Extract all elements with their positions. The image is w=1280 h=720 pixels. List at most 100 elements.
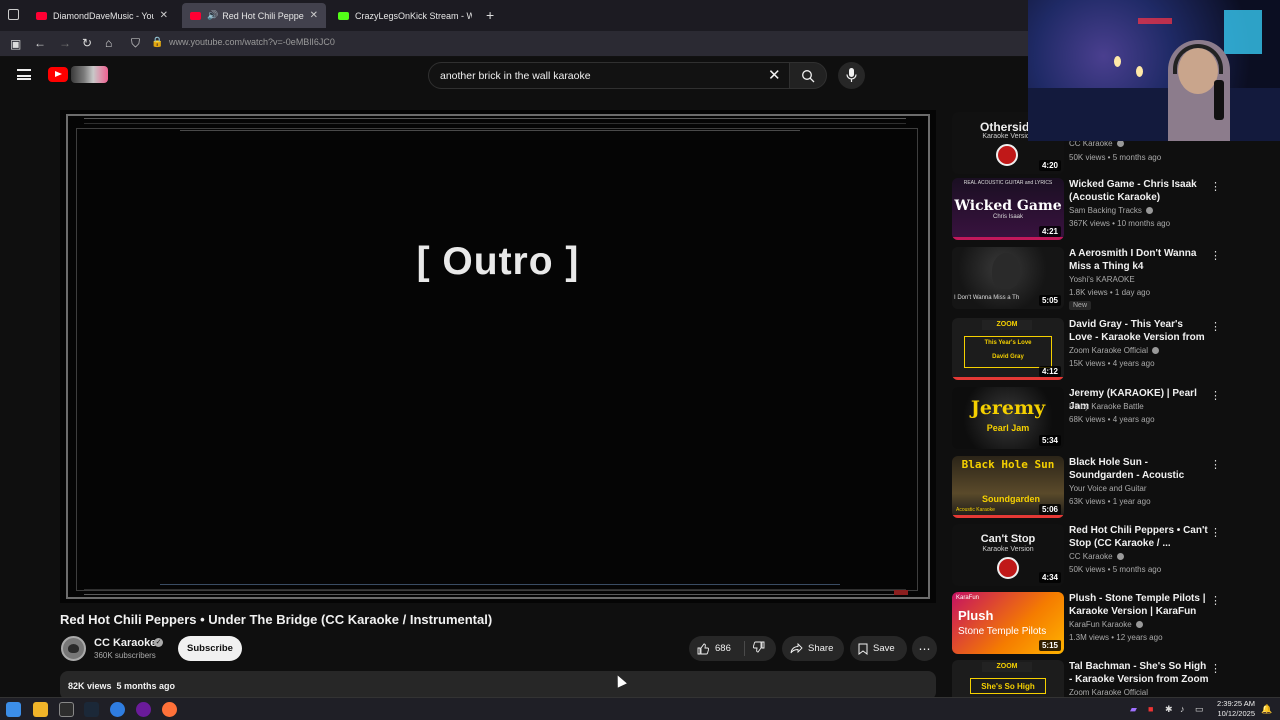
sidebar-toggle-icon[interactable]: ▣: [10, 37, 21, 51]
video-thumbnail[interactable]: Black Hole Sun Soundgarden Acoustic Kara…: [952, 456, 1064, 518]
more-actions-button[interactable]: ⋯: [912, 636, 937, 661]
search-query[interactable]: another brick in the wall karaoke: [440, 70, 591, 82]
speaker-icon[interactable]: 🔊: [207, 10, 218, 21]
karaoke-inner-frame: [76, 128, 918, 591]
keyboard-app-icon[interactable]: [59, 702, 74, 717]
video-title[interactable]: Wicked Game - Chris Isaak (Acoustic Kara…: [1069, 178, 1209, 204]
home-icon[interactable]: ⌂: [105, 36, 112, 50]
new-tab-icon[interactable]: +: [486, 7, 494, 23]
tray-app-icon[interactable]: ■: [1148, 704, 1153, 714]
video-meta: 63K views • 1 year ago: [1069, 497, 1151, 506]
recommended-video[interactable]: ZOOM She's So High Tal Bachman - She's S…: [952, 660, 1232, 697]
tab-close-icon[interactable]: ✕: [310, 10, 318, 21]
search-button[interactable]: [789, 62, 827, 89]
shield-icon[interactable]: ⛉: [131, 36, 140, 50]
description-box[interactable]: 82K views 5 months ago: [60, 671, 936, 700]
more-vertical-icon[interactable]: ⋮: [1210, 389, 1221, 402]
recommended-video[interactable]: ZOOM This Year's Love David Gray 4:12 Da…: [952, 318, 1232, 382]
thumbnail-text: Can't Stop: [980, 533, 1036, 545]
tab-close-icon[interactable]: ✕: [160, 10, 168, 21]
video-duration: 5:15: [1038, 640, 1061, 651]
youtube-logo-icon[interactable]: [48, 67, 68, 82]
app-icon[interactable]: [110, 702, 125, 717]
lock-icon[interactable]: 🔒: [151, 36, 163, 50]
more-vertical-icon[interactable]: ⋮: [1210, 320, 1221, 333]
video-player[interactable]: [ Outro ]: [60, 110, 936, 603]
thumbnail-accent-bar: [952, 377, 1064, 380]
firefox-icon[interactable]: [162, 702, 177, 717]
recommended-video[interactable]: Black Hole Sun Soundgarden Acoustic Kara…: [952, 456, 1232, 520]
file-explorer-icon[interactable]: [33, 702, 48, 717]
more-vertical-icon[interactable]: ⋮: [1210, 249, 1221, 262]
volume-icon[interactable]: ♪: [1180, 704, 1185, 714]
verified-check-icon: [1116, 553, 1124, 561]
save-button[interactable]: Save: [850, 636, 907, 661]
share-button[interactable]: Share: [782, 636, 844, 661]
video-title[interactable]: Red Hot Chili Peppers • Can't Stop (CC K…: [1069, 524, 1209, 550]
network-icon[interactable]: ▭: [1195, 704, 1204, 715]
subscribe-button[interactable]: Subscribe: [178, 636, 242, 661]
tab-label: Red Hot Chili Peppers - Und: [222, 10, 304, 21]
thumbnail-text: She's So High: [981, 682, 1035, 691]
clear-search-icon[interactable]: ✕: [768, 66, 781, 84]
notification-icon[interactable]: 🔔: [1261, 704, 1272, 715]
steam-icon[interactable]: [84, 702, 99, 717]
obs-icon[interactable]: [136, 702, 151, 717]
tab-list-icon[interactable]: [8, 9, 19, 20]
youtube-favicon-icon: [36, 11, 47, 20]
like-count: 686: [715, 643, 731, 654]
recommended-video[interactable]: REAL ACOUSTIC GUITAR and LYRICS Wicked G…: [952, 178, 1232, 242]
recommended-video[interactable]: I Don't Wanna Miss a Th 5:05 A Aerosmith…: [952, 247, 1232, 311]
thumbnail-subtext: Pearl Jam: [986, 423, 1030, 433]
verified-check-icon: [1135, 621, 1143, 629]
like-dislike-group: 686: [689, 636, 776, 661]
video-thumbnail[interactable]: I Don't Wanna Miss a Th 5:05: [952, 247, 1064, 309]
video-title[interactable]: A Aerosmith I Don't Wanna Miss a Thing k…: [1069, 247, 1209, 273]
recommended-video[interactable]: Jeremy Pearl Jam 5:34 Jeremy (KARAOKE) |…: [952, 387, 1232, 451]
voice-search-button[interactable]: [838, 62, 865, 89]
browser-tab-3[interactable]: CrazyLegsOnKick Stream - Watc: [330, 3, 480, 28]
video-meta: 1.8K views • 1 day ago: [1069, 288, 1151, 297]
menu-icon[interactable]: [17, 69, 31, 80]
channel-name[interactable]: CC Karaoke: [94, 637, 156, 649]
back-icon[interactable]: ←: [34, 36, 46, 50]
forward-icon[interactable]: →: [59, 36, 71, 50]
more-vertical-icon[interactable]: ⋮: [1210, 594, 1221, 607]
recommended-video[interactable]: KaraFun Plush Stone Temple Pilots 5:15 P…: [952, 592, 1232, 656]
browser-tab-2[interactable]: 🔊 Red Hot Chili Peppers - Und ✕: [182, 3, 326, 28]
like-button[interactable]: 686: [689, 641, 745, 656]
video-title[interactable]: Black Hole Sun - Soundgarden - Acoustic …: [1069, 456, 1209, 482]
youtube-doodle-logo[interactable]: [71, 66, 108, 83]
webcam-overlay: [1028, 0, 1280, 141]
url-bar[interactable]: www.youtube.com/watch?v=-0eMBlI6JC0: [169, 37, 335, 47]
video-meta: 15K views • 4 years ago: [1069, 359, 1155, 368]
video-thumbnail[interactable]: Can't Stop Karaoke Version 4:34: [952, 524, 1064, 586]
taskbar-clock[interactable]: 2:39:25 AM 10/12/2025: [1209, 699, 1255, 719]
video-thumbnail[interactable]: KaraFun Plush Stone Temple Pilots 5:15: [952, 592, 1064, 654]
dislike-button[interactable]: [745, 641, 765, 656]
windows-start-icon[interactable]: [6, 702, 21, 717]
video-title[interactable]: Tal Bachman - She's So High - Karaoke Ve…: [1069, 660, 1209, 686]
video-title[interactable]: David Gray - This Year's Love - Karaoke …: [1069, 318, 1209, 344]
video-channel: Zoom Karaoke Official: [1069, 346, 1159, 355]
tray-app-icon[interactable]: ▰: [1130, 704, 1137, 715]
more-vertical-icon[interactable]: ⋮: [1210, 662, 1221, 675]
reload-icon[interactable]: ↻: [82, 36, 92, 50]
channel-avatar[interactable]: [61, 636, 86, 661]
webcam-lamp: [1114, 56, 1121, 67]
more-vertical-icon[interactable]: ⋮: [1210, 458, 1221, 471]
bluetooth-icon[interactable]: ✱: [1165, 704, 1173, 715]
thumbnail-text: Black Hole Sun: [961, 458, 1055, 471]
video-thumbnail[interactable]: Jeremy Pearl Jam 5:34: [952, 387, 1064, 449]
video-title[interactable]: Plush - Stone Temple Pilots | Karaoke Ve…: [1069, 592, 1209, 618]
recommended-video[interactable]: Can't Stop Karaoke Version 4:34 Red Hot …: [952, 524, 1232, 588]
more-vertical-icon[interactable]: ⋮: [1210, 526, 1221, 539]
video-thumbnail[interactable]: ZOOM This Year's Love David Gray 4:12: [952, 318, 1064, 380]
search-input[interactable]: another brick in the wall karaoke ✕: [428, 62, 790, 89]
video-thumbnail[interactable]: REAL ACOUSTIC GUITAR and LYRICS Wicked G…: [952, 178, 1064, 240]
browser-tab-1[interactable]: DiamondDaveMusic - YouTube ✕: [28, 3, 176, 28]
more-vertical-icon[interactable]: ⋮: [1210, 180, 1221, 193]
rhcp-logo-icon: [997, 557, 1019, 579]
webcam-lamp: [1136, 66, 1143, 77]
video-thumbnail[interactable]: ZOOM She's So High: [952, 660, 1064, 697]
